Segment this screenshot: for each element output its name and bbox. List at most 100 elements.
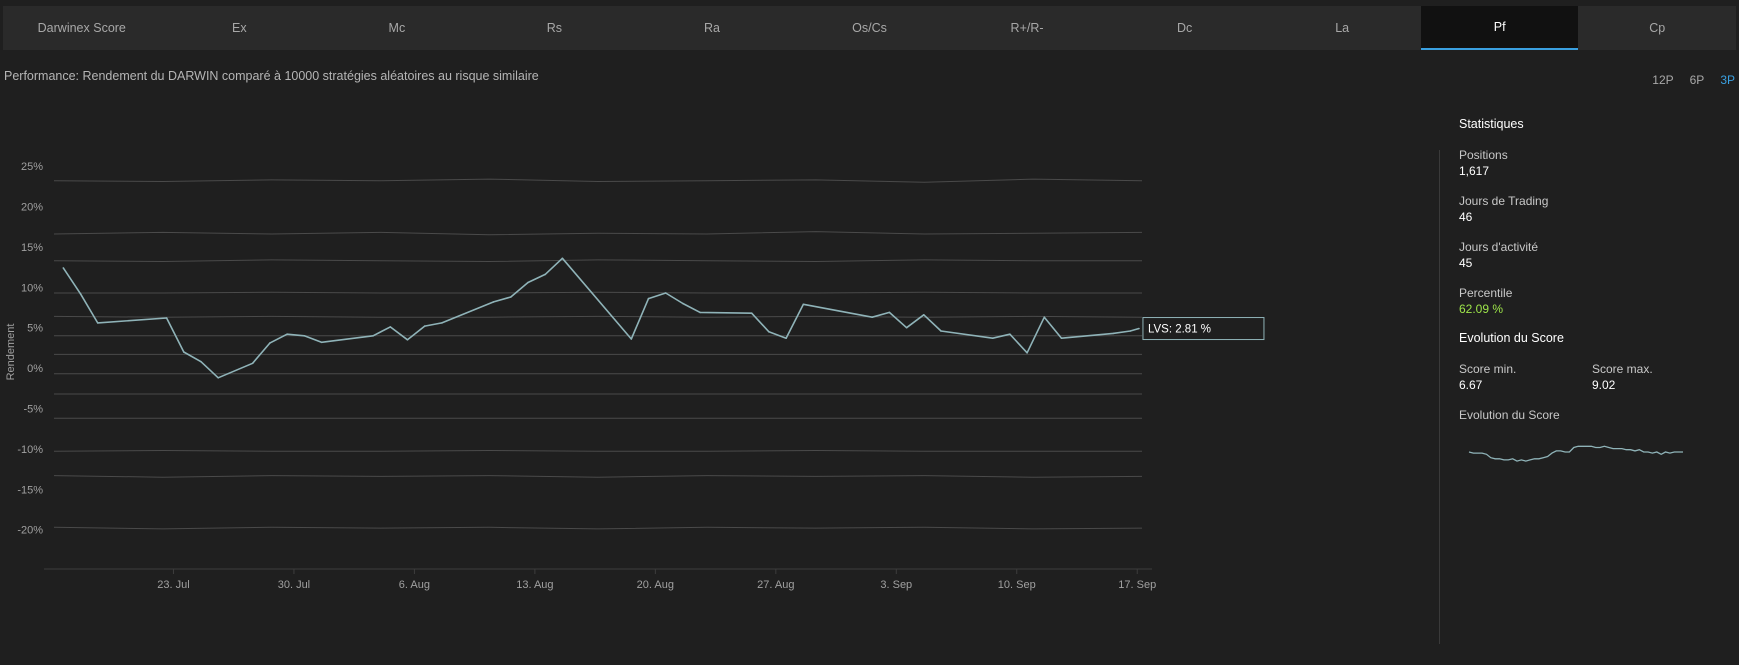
tab-ra[interactable]: Ra <box>633 6 791 50</box>
stat-value: 1,617 <box>1459 164 1490 178</box>
x-tick-label: 10. Sep <box>998 579 1036 591</box>
period-6p[interactable]: 6P <box>1690 73 1705 87</box>
data-point <box>940 330 942 332</box>
period-selector: 12P 6P 3P <box>1636 73 1735 87</box>
score-min: Score min. 6.67 <box>1459 361 1592 407</box>
tab-rs[interactable]: Rs <box>476 6 634 50</box>
tab-mc[interactable]: Mc <box>318 6 476 50</box>
percentile-band-line <box>53 526 1143 530</box>
score-min-label: Score min. <box>1459 362 1517 376</box>
data-point <box>888 311 891 314</box>
x-tick-label: 20. Aug <box>637 579 674 591</box>
data-point <box>802 303 805 306</box>
stats-title: Statistiques <box>1459 117 1524 131</box>
y-tick-label: 20% <box>21 202 43 214</box>
stats-divider <box>1439 150 1440 644</box>
data-point <box>991 337 994 339</box>
tab-ex[interactable]: Ex <box>161 6 319 50</box>
score-evolution-title: Evolution du Score <box>1459 331 1564 345</box>
stat-value: 46 <box>1459 210 1473 224</box>
data-point <box>871 316 873 318</box>
stat-value: 62.09 % <box>1459 302 1504 316</box>
data-point <box>1060 337 1063 339</box>
tab-pf[interactable]: Pf <box>1420 6 1579 50</box>
stat-label: Jours d'activité <box>1459 240 1538 254</box>
data-point <box>510 296 512 298</box>
data-point <box>96 322 99 324</box>
data-point <box>183 351 185 353</box>
data-point <box>682 302 684 305</box>
data-point <box>647 297 650 300</box>
x-tick-label: 13. Aug <box>516 579 553 591</box>
x-tick-label: 6. Aug <box>399 579 430 591</box>
data-point <box>561 257 564 260</box>
tab-r-r[interactable]: R+/R- <box>948 6 1106 50</box>
data-point <box>303 335 306 337</box>
metric-tabs: Darwinex Score Ex Mc Rs Ra Os/Cs R+/R- Dc La Pf Cp <box>3 6 1736 50</box>
data-point <box>544 273 546 276</box>
series-line-lvs <box>62 257 1140 379</box>
score-max-value: 9.02 <box>1592 378 1616 392</box>
data-point <box>527 281 529 284</box>
tab-cp[interactable]: Cp <box>1578 6 1736 50</box>
x-tick-label: 23. Jul <box>157 579 189 591</box>
x-tick-label: 17. Sep <box>1118 579 1156 591</box>
y-tick-label: 5% <box>27 323 43 335</box>
data-point <box>630 338 633 340</box>
score-max: Score max. 9.02 <box>1592 361 1725 407</box>
period-3p[interactable]: 3P <box>1720 73 1735 87</box>
chart-description: Performance: Rendement du DARWIN comparé… <box>4 69 539 83</box>
stats-panel: Statistiques Positions 1,617 Jours de Trad… <box>1459 117 1729 477</box>
data-point <box>1138 327 1140 330</box>
tab-dc[interactable]: Dc <box>1106 6 1264 50</box>
stat-label: Percentile <box>1459 286 1513 300</box>
data-point <box>79 293 82 295</box>
x-tick-label: 30. Jul <box>278 579 310 591</box>
data-point <box>406 339 409 341</box>
data-point <box>1129 330 1132 332</box>
data-point <box>768 331 770 333</box>
percentile-band-line <box>54 291 1142 294</box>
data-point <box>1026 352 1028 354</box>
sparkline-path <box>1468 445 1683 462</box>
y-tick-label: -20% <box>17 525 43 537</box>
data-point <box>251 362 254 365</box>
data-point <box>320 341 323 344</box>
score-sparkline <box>1468 445 1683 462</box>
y-tick-label: 15% <box>21 242 43 254</box>
last-value-label: LVS: 2.81 % <box>1148 324 1211 336</box>
percentile-band-line <box>53 178 1143 183</box>
data-point <box>492 301 495 303</box>
x-tick-label: 27. Aug <box>757 579 794 591</box>
score-max-label: Score max. <box>1592 362 1653 376</box>
data-point <box>286 333 288 335</box>
data-point <box>217 377 219 379</box>
percentile-band-line <box>53 449 1142 452</box>
y-axis-title: Rendement <box>5 324 17 381</box>
data-point <box>62 267 65 269</box>
data-point <box>441 322 443 324</box>
y-tick-label: -5% <box>23 404 43 416</box>
data-point <box>905 326 908 329</box>
period-12p[interactable]: 12P <box>1652 73 1673 87</box>
data-point <box>664 292 667 294</box>
y-tick-label: 10% <box>21 282 43 294</box>
percentile-band-line <box>53 475 1143 478</box>
data-point <box>923 314 925 316</box>
data-point <box>423 325 426 327</box>
tab-os-cs[interactable]: Os/Cs <box>791 6 949 50</box>
x-tick-label: 3. Sep <box>880 579 912 591</box>
data-point <box>372 335 374 337</box>
tab-darwinex-score[interactable]: Darwinex Score <box>3 6 161 50</box>
percentile-band-line <box>53 231 1143 236</box>
data-point <box>1043 316 1046 318</box>
y-tick-label: 25% <box>21 161 43 173</box>
stat-label: Jours de Trading <box>1459 194 1549 208</box>
data-point <box>269 342 271 344</box>
tab-la[interactable]: La <box>1263 6 1421 50</box>
data-point <box>699 311 701 314</box>
stat-label: Positions <box>1459 148 1508 162</box>
data-point <box>1112 332 1114 335</box>
data-point <box>785 337 787 339</box>
percentile-band-line <box>53 259 1142 263</box>
